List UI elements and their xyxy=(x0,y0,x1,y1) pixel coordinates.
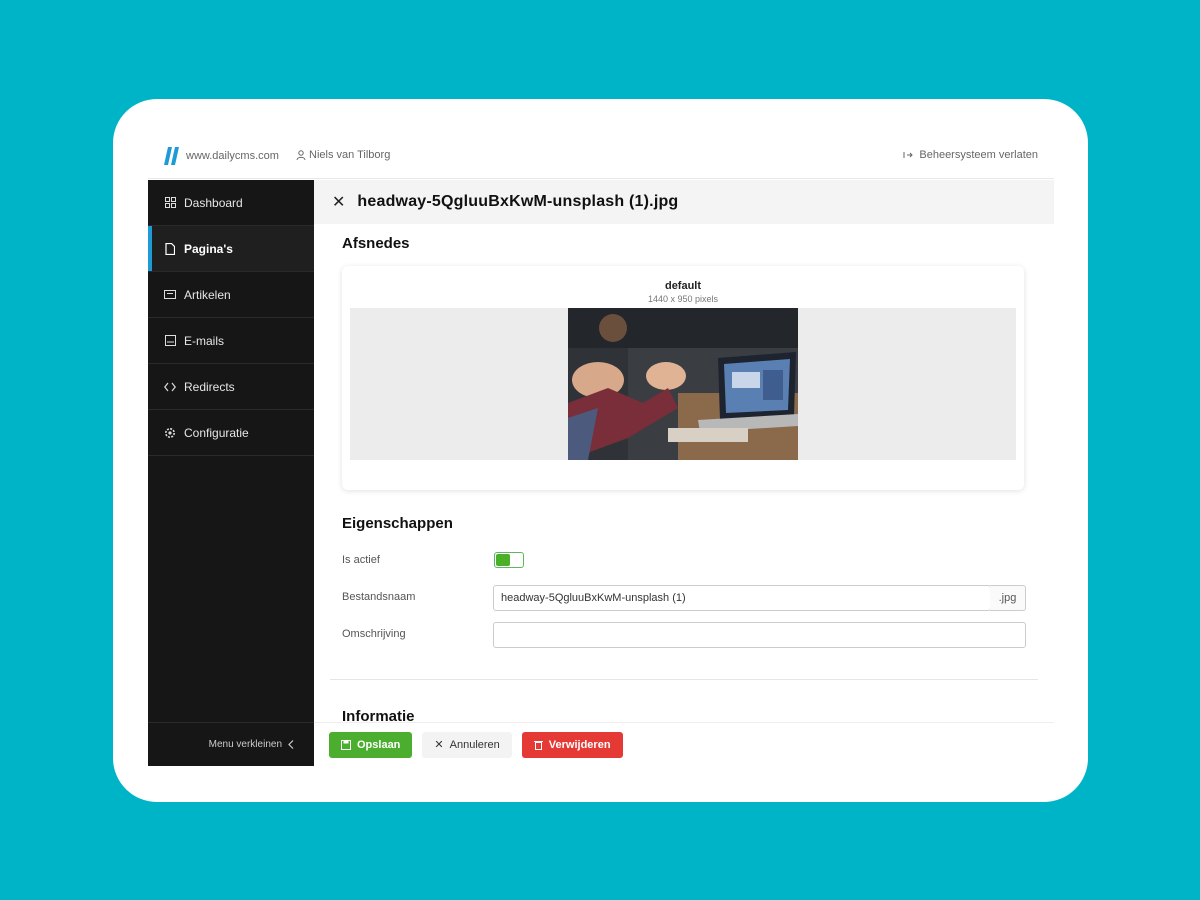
collapse-menu-button[interactable]: Menu verkleinen xyxy=(148,722,314,766)
filename-label: Bestandsnaam xyxy=(342,591,416,603)
active-toggle[interactable] xyxy=(494,552,524,568)
crop-name: default xyxy=(664,280,702,292)
sidebar-item-label: Artikelen xyxy=(184,287,231,302)
article-icon xyxy=(164,289,176,301)
image-preview xyxy=(568,308,798,460)
user-name: Niels van Tilborg xyxy=(309,149,391,161)
sidebar-item-label: Pagina's xyxy=(184,241,233,256)
panel-content[interactable]: Afsnedes default 1440 x 950 pixels Eigen… xyxy=(314,224,1054,722)
filename-extension: .jpg xyxy=(990,585,1026,611)
sidebar-item-emails[interactable]: E-mails xyxy=(148,318,314,364)
crops-section-title: Afsnedes xyxy=(342,235,410,252)
leave-cms-link[interactable]: Beheersysteem verlaten xyxy=(903,149,1038,161)
delete-label: Verwijderen xyxy=(548,738,611,751)
sidebar-item-dashboard[interactable]: Dashboard xyxy=(148,180,314,226)
dashboard-icon xyxy=(164,197,176,209)
sidebar-item-label: E-mails xyxy=(184,333,225,348)
info-section-title: Informatie xyxy=(342,708,415,722)
active-label: Is actief xyxy=(342,554,380,566)
crop-preview-area xyxy=(350,308,1016,460)
close-icon: ✕ xyxy=(434,739,444,751)
leave-label: Beheersysteem verlaten xyxy=(919,149,1038,161)
page-icon xyxy=(164,242,176,255)
sidebar-item-configuration[interactable]: Configuratie xyxy=(148,410,314,456)
description-field[interactable] xyxy=(493,622,1026,648)
main-panel: ✕ headway-5QgluuBxKwM-unsplash (1).jpg A… xyxy=(314,180,1054,766)
user-icon xyxy=(296,150,306,160)
properties-section-title: Eigenschappen xyxy=(342,515,453,532)
redirect-icon xyxy=(164,381,176,393)
save-button[interactable]: Opslaan xyxy=(329,731,413,758)
cancel-label: Annuleren xyxy=(449,738,500,751)
filename-field[interactable]: headway-5QgluuBxKwM-unsplash (1) xyxy=(493,585,991,611)
sidebar-item-articles[interactable]: Artikelen xyxy=(148,272,314,318)
gear-icon xyxy=(164,427,176,439)
close-icon[interactable]: ✕ xyxy=(332,192,345,212)
sidebar-item-redirects[interactable]: Redirects xyxy=(148,364,314,410)
action-bar: Opslaan ✕ Annuleren Verwijderen xyxy=(314,722,1054,766)
sidebar-item-label: Configuratie xyxy=(184,425,249,440)
toggle-knob xyxy=(496,554,510,566)
sidebar-item-label: Redirects xyxy=(184,379,235,394)
crop-card[interactable]: default 1440 x 950 pixels xyxy=(342,266,1024,490)
sidebar-item-pages[interactable]: Pagina's xyxy=(148,226,314,272)
exit-icon xyxy=(903,152,914,158)
page-title: headway-5QgluuBxKwM-unsplash (1).jpg xyxy=(357,193,679,210)
description-label: Omschrijving xyxy=(342,628,406,640)
sidebar-item-label: Dashboard xyxy=(184,195,243,210)
site-domain-link[interactable]: www.dailycms.com xyxy=(186,150,279,162)
collapse-menu-label: Menu verkleinen xyxy=(208,739,282,750)
cms-window: www.dailycms.com Niels van Tilborg Behee… xyxy=(148,133,1054,766)
logo-icon xyxy=(164,147,179,165)
chevron-left-icon xyxy=(288,740,294,749)
user-menu[interactable]: Niels van Tilborg xyxy=(296,149,390,161)
cancel-button[interactable]: ✕ Annuleren xyxy=(422,731,512,758)
panel-header: ✕ headway-5QgluuBxKwM-unsplash (1).jpg xyxy=(314,180,1054,224)
delete-button[interactable]: Verwijderen xyxy=(521,731,623,758)
email-icon xyxy=(164,335,176,347)
sidebar: Dashboard Pagina's Artikelen E-mails Red… xyxy=(148,180,314,766)
save-icon xyxy=(341,739,351,750)
save-label: Opslaan xyxy=(357,738,401,751)
crop-size: 1440 x 950 pixels xyxy=(647,294,719,304)
top-bar: www.dailycms.com Niels van Tilborg Behee… xyxy=(148,133,1054,179)
trash-icon xyxy=(533,740,543,750)
section-divider xyxy=(330,679,1038,680)
